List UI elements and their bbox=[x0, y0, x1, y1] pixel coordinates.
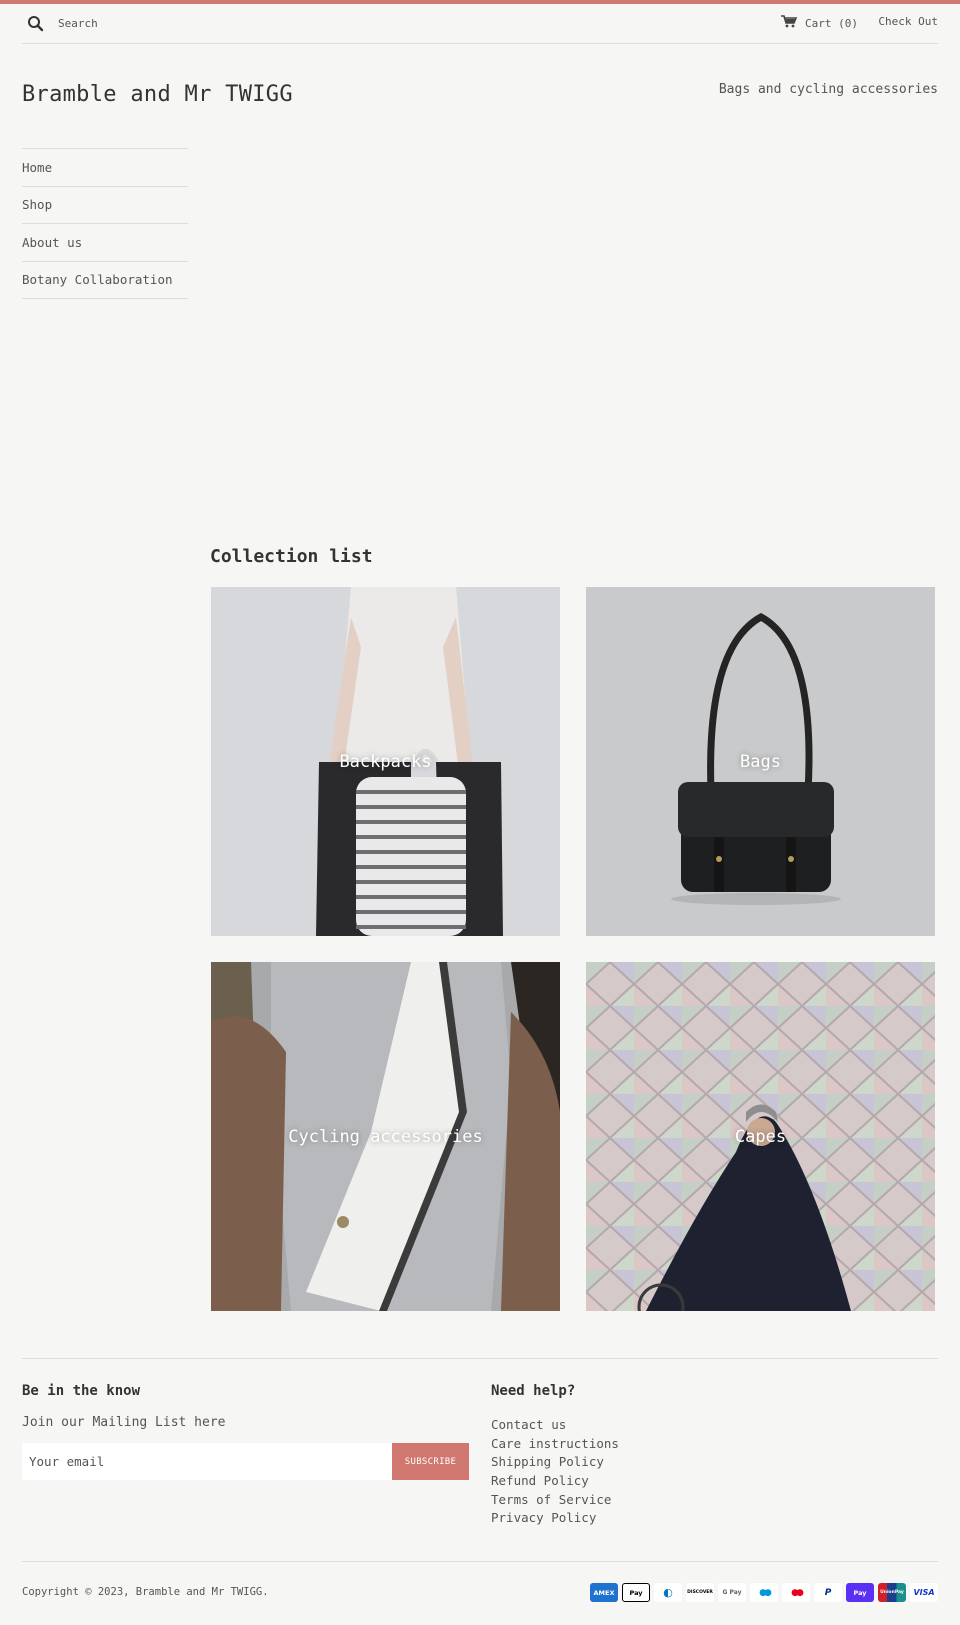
sidebar-nav: Home Shop About us Botany Collaboration bbox=[22, 148, 188, 299]
help-link-terms-of-service[interactable]: Terms of Service bbox=[491, 1492, 611, 1507]
search-input[interactable] bbox=[58, 12, 358, 34]
mastercard-icon: ●● bbox=[782, 1583, 810, 1602]
nav-link-home[interactable]: Home bbox=[22, 160, 52, 175]
apple-pay-icon: Pay bbox=[622, 1583, 650, 1602]
diners-club-icon: ◐ bbox=[654, 1583, 682, 1602]
help-link-privacy-policy[interactable]: Privacy Policy bbox=[491, 1510, 596, 1525]
nav-link-about-us[interactable]: About us bbox=[22, 235, 82, 250]
email-input[interactable] bbox=[22, 1443, 392, 1480]
header-bar: Cart (0) Check Out bbox=[22, 4, 938, 44]
collection-label-capes: Capes bbox=[734, 1126, 787, 1147]
site-title[interactable]: Bramble and Mr TWIGG bbox=[22, 82, 293, 107]
help-item-shipping-policy: Shipping Policy bbox=[491, 1451, 619, 1470]
shop-pay-icon: Pay bbox=[846, 1583, 874, 1602]
copyright-text: Copyright © 2023, Bramble and Mr TWIGG. bbox=[22, 1586, 269, 1598]
maestro-icon: ●● bbox=[750, 1583, 778, 1602]
cart-link[interactable]: Cart (0) bbox=[781, 15, 858, 31]
sidebar-item-botany-collaboration: Botany Collaboration bbox=[22, 262, 188, 299]
footer-divider bbox=[22, 1358, 938, 1359]
amex-icon: AMEX bbox=[590, 1583, 618, 1602]
nav-link-shop[interactable]: Shop bbox=[22, 197, 52, 212]
help-heading: Need help? bbox=[491, 1383, 576, 1399]
cart-icon bbox=[781, 15, 798, 31]
collection-label-backpacks: Backpacks bbox=[339, 751, 432, 772]
discover-icon: DISCOVER bbox=[686, 1583, 714, 1602]
sidebar-item-home: Home bbox=[22, 149, 188, 187]
footer-bottom-divider bbox=[22, 1561, 938, 1562]
help-link-contact-us[interactable]: Contact us bbox=[491, 1417, 566, 1432]
payment-icons: AMEX Pay ◐ DISCOVER G Pay ●● ●● P Pay Un… bbox=[590, 1583, 938, 1602]
google-pay-icon: G Pay bbox=[718, 1583, 746, 1602]
collection-tile-bags[interactable]: Bags bbox=[586, 587, 935, 936]
help-link-refund-policy[interactable]: Refund Policy bbox=[491, 1473, 589, 1488]
paypal-icon: P bbox=[814, 1583, 842, 1602]
help-item-refund-policy: Refund Policy bbox=[491, 1470, 619, 1489]
sidebar-item-about-us: About us bbox=[22, 224, 188, 262]
collection-list-heading: Collection list bbox=[210, 546, 373, 567]
search-icon[interactable] bbox=[25, 13, 47, 35]
help-item-contact-us: Contact us bbox=[491, 1414, 619, 1433]
help-item-care-instructions: Care instructions bbox=[491, 1433, 619, 1452]
subscribe-button[interactable]: SUBSCRIBE bbox=[392, 1443, 469, 1480]
help-item-privacy-policy: Privacy Policy bbox=[491, 1507, 619, 1526]
checkout-link[interactable]: Check Out bbox=[878, 15, 938, 28]
sidebar-item-shop: Shop bbox=[22, 187, 188, 224]
help-item-terms-of-service: Terms of Service bbox=[491, 1489, 619, 1508]
help-link-shipping-policy[interactable]: Shipping Policy bbox=[491, 1454, 604, 1469]
collection-tile-capes[interactable]: Capes bbox=[586, 962, 935, 1311]
nav-link-botany-collaboration[interactable]: Botany Collaboration bbox=[22, 272, 173, 287]
collection-label-bags: Bags bbox=[740, 751, 781, 772]
help-links: Contact us Care instructions Shipping Po… bbox=[491, 1414, 619, 1526]
collection-tile-cycling-accessories[interactable]: Cycling accessories bbox=[211, 962, 560, 1311]
cart-label: Cart (0) bbox=[805, 16, 858, 30]
union-pay-icon: UnionPay bbox=[878, 1583, 906, 1602]
collection-label-cycling-accessories: Cycling accessories bbox=[288, 1126, 483, 1147]
site-tagline: Bags and cycling accessories bbox=[718, 82, 938, 97]
newsletter-text: Join our Mailing List here bbox=[22, 1415, 226, 1430]
visa-icon: VISA bbox=[910, 1583, 938, 1602]
newsletter-heading: Be in the know bbox=[22, 1383, 141, 1399]
help-link-care-instructions[interactable]: Care instructions bbox=[491, 1436, 619, 1451]
collection-tile-backpacks[interactable]: Backpacks bbox=[211, 587, 560, 936]
